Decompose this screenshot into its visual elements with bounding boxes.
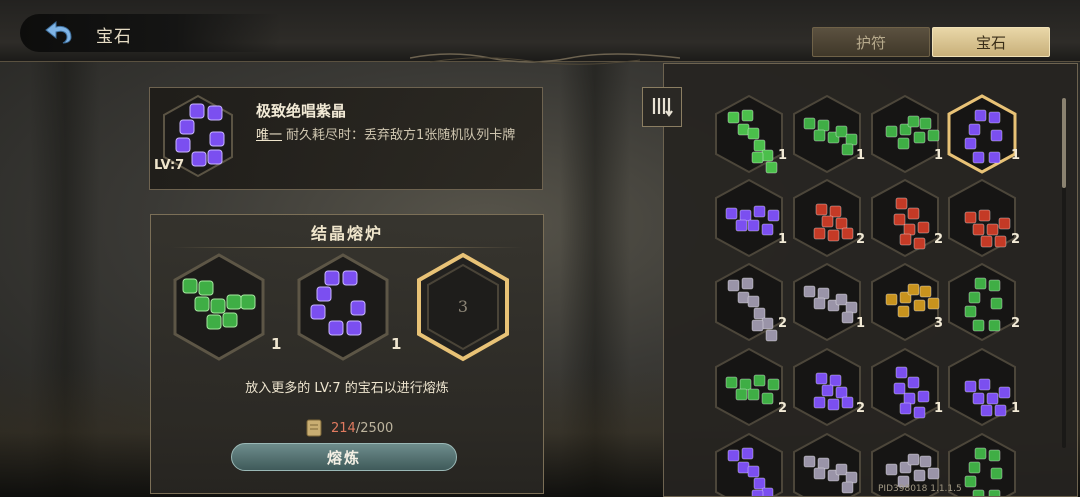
sort-icon — [652, 98, 673, 117]
inventory-gem-slot[interactable]: 3 — [870, 262, 944, 342]
furnace-slot-1-count: 1 — [271, 335, 282, 353]
purple-gem-icon — [793, 347, 861, 427]
gem-count: 1 — [934, 401, 944, 416]
back-arrow-icon — [45, 21, 72, 44]
inventory-gem-slot[interactable]: 1 — [714, 94, 788, 174]
gem-count: 2 — [856, 232, 866, 247]
gem-count: 1 — [856, 148, 866, 163]
gem-count: 1 — [934, 148, 944, 163]
cost-total: /2500 — [355, 420, 394, 436]
gem-count: 2 — [934, 232, 944, 247]
red-gem-icon — [793, 178, 861, 258]
inventory-gem-slot[interactable] — [714, 432, 784, 496]
inventory-gem-slot[interactable]: 1 — [714, 178, 788, 258]
furnace-slot-2[interactable] — [295, 251, 391, 363]
selected-gem-effect: 耐久耗尽时：丢弃敌方1张随机队列卡牌 — [286, 128, 516, 143]
gold-gem-icon — [871, 262, 940, 342]
header-ornament — [410, 53, 680, 65]
page-title: 宝石 — [96, 27, 132, 47]
gem-count: 2 — [856, 401, 866, 416]
selected-gem-unique-tag[interactable]: 唯一 — [256, 124, 282, 143]
gem-count: 1 — [856, 316, 866, 331]
inventory-gem-slot[interactable]: 2 — [792, 178, 866, 258]
inventory-gem-slot[interactable]: 2 — [947, 262, 1021, 342]
gem-inventory-panel: 1 1 1 1 1 2 2 2 2 1 3 2 2 2 1 1 — [663, 63, 1078, 497]
inventory-gem-slot[interactable]: 2 — [714, 262, 788, 342]
inventory-gem-slot[interactable]: 1 — [870, 94, 944, 174]
green-gem-icon — [948, 262, 1016, 342]
furnace-title-divider — [171, 247, 523, 248]
selected-gem-name: 极致绝唱紫晶 — [256, 102, 347, 120]
gem-count: 2 — [778, 316, 788, 331]
purple-gem-icon — [715, 178, 783, 258]
red-gem-icon — [871, 178, 939, 258]
gem-count: 1 — [778, 232, 788, 247]
gem-count: 3 — [934, 316, 944, 331]
inventory-gem-slot[interactable]: 2 — [714, 347, 788, 427]
inventory-gem-slot[interactable] — [792, 432, 862, 496]
gem-count: 1 — [1011, 148, 1021, 163]
green-gem-icon — [173, 253, 265, 361]
smelt-cost: 214/2500 — [305, 418, 393, 438]
build-id: PID398018 1.1.1.5 — [878, 484, 962, 494]
inventory-gem-slot[interactable]: 1 — [870, 347, 944, 427]
green-gem-icon — [715, 347, 783, 427]
inventory-scrollbar[interactable] — [1062, 98, 1066, 448]
inventory-gem-slot[interactable]: 1 — [792, 94, 866, 174]
purple-gem-icon — [297, 253, 389, 361]
inventory-gem-slot[interactable]: 1 — [947, 94, 1021, 174]
purple-gem-icon — [948, 347, 1016, 427]
smelt-button[interactable]: 熔炼 — [231, 443, 457, 471]
furnace-slot-3-empty[interactable]: 3 — [415, 251, 511, 363]
purple-gem-icon — [715, 432, 783, 496]
inventory-scroll-thumb[interactable] — [1062, 98, 1066, 188]
inventory-gem-slot[interactable]: 2 — [792, 347, 866, 427]
purple-gem-icon — [947, 94, 1017, 174]
furnace-title: 结晶熔炉 — [310, 224, 383, 243]
gray-gem-icon — [793, 432, 861, 496]
gem-count: 1 — [778, 148, 788, 163]
gem-count: 2 — [1011, 316, 1021, 331]
selected-gem-card: LV:7 极致绝唱紫晶 唯一 耐久耗尽时：丢弃敌方1张随机队列卡牌 — [149, 87, 543, 190]
top-bar: 宝石 护符 宝石 — [0, 0, 1080, 65]
purple-gem-icon — [871, 347, 939, 427]
selected-gem-level: LV:7 — [154, 158, 185, 173]
furnace-slot-1[interactable] — [171, 251, 267, 363]
inventory-gem-slot[interactable]: 2 — [947, 178, 1021, 258]
sort-button[interactable] — [642, 87, 682, 127]
gray-gem-icon — [793, 262, 861, 342]
furnace-hint: 放入更多的 LV:7 的宝石以进行熔炼 — [245, 381, 449, 396]
furnace-slot-2-count: 1 — [391, 335, 402, 353]
inventory-gem-slot[interactable]: 1 — [792, 262, 866, 342]
back-button[interactable] — [40, 18, 80, 50]
tab-gem[interactable]: 宝石 — [932, 27, 1050, 57]
inventory-gem-slot[interactable]: 1 — [947, 347, 1021, 427]
empty-slot-number: 3 — [457, 297, 469, 316]
tab-amulet[interactable]: 护符 — [812, 27, 930, 57]
green-gem-icon — [793, 94, 861, 174]
inventory-gem-slot[interactable]: 2 — [870, 178, 944, 258]
green-gem-icon — [871, 94, 940, 174]
gray-gem-icon — [715, 262, 783, 342]
green-gem-icon — [715, 94, 783, 174]
red-gem-icon — [948, 178, 1016, 258]
cost-current: 214 — [331, 420, 356, 436]
scroll-currency-icon — [306, 419, 322, 437]
gem-count: 2 — [1011, 232, 1021, 247]
gem-count: 2 — [778, 401, 788, 416]
gem-count: 1 — [1011, 401, 1021, 416]
crystal-furnace-panel: 结晶熔炉 1 1 3 放入更多的 LV:7 的宝石以进行熔炼 214/2500 … — [150, 214, 544, 494]
